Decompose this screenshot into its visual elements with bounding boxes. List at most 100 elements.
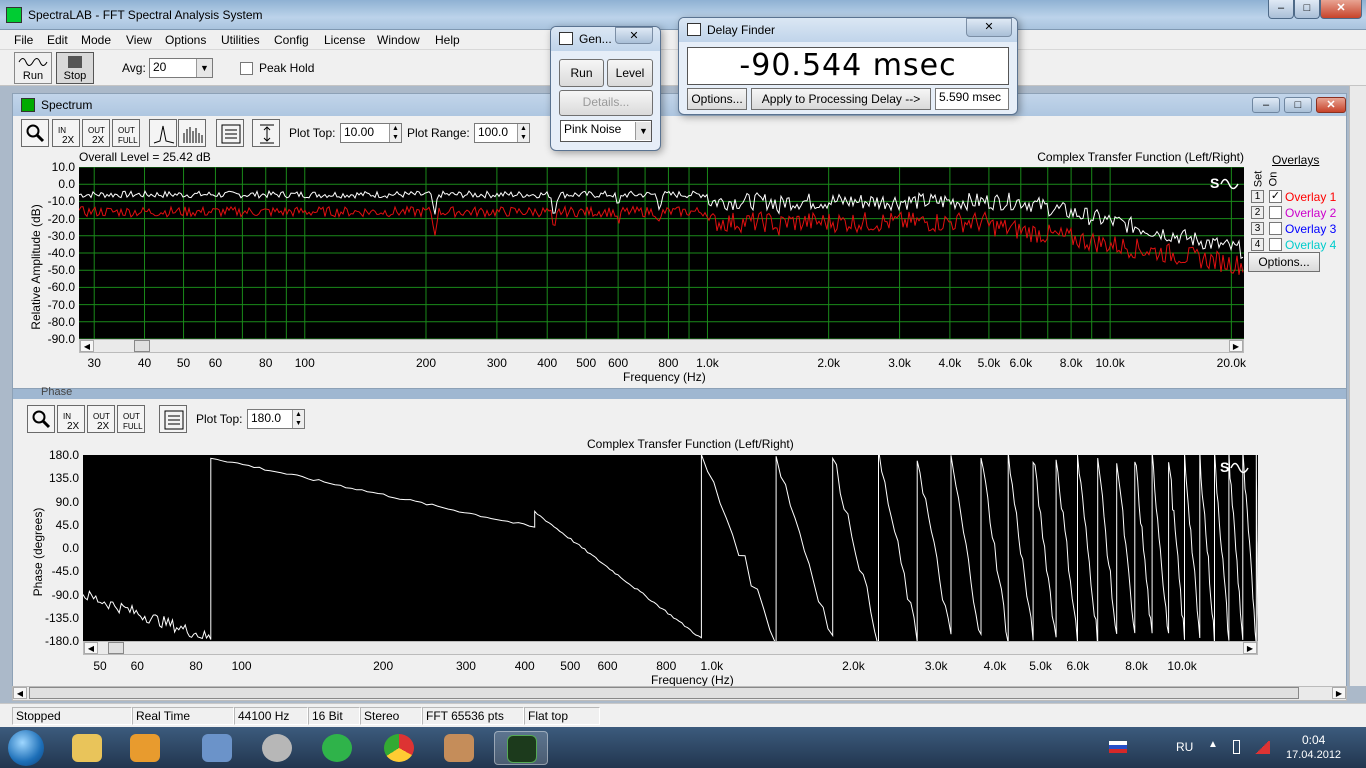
spinner-icon[interactable]: ▲ ▼: [517, 124, 529, 142]
menu-mode[interactable]: Mode: [81, 33, 111, 47]
menu-config[interactable]: Config: [274, 33, 309, 47]
spectralab-taskbar-icon[interactable]: [494, 731, 548, 765]
overlay-set-button[interactable]: 3: [1251, 222, 1264, 235]
overlay-checkbox[interactable]: ✓: [1269, 190, 1282, 203]
mdi-scroll-thumb[interactable]: [29, 687, 1299, 699]
zoom-out-2x-button[interactable]: OUT 2X: [82, 119, 110, 147]
media-player-taskbar-icon[interactable]: [118, 731, 172, 765]
spectrum-close-button[interactable]: ✕: [1316, 97, 1346, 113]
scroll-left-icon[interactable]: ◀: [84, 642, 98, 654]
control-panel-taskbar-icon[interactable]: [190, 731, 244, 765]
zoom-in-2x-icon: IN2X: [63, 412, 80, 431]
svg-text:OUT: OUT: [93, 412, 110, 421]
russian-flag-icon[interactable]: [1109, 741, 1127, 753]
overlay-checkbox[interactable]: [1269, 238, 1282, 251]
ccleaner-taskbar-icon[interactable]: [250, 731, 304, 765]
stop-button[interactable]: Stop: [56, 52, 94, 84]
tray-expand-icon[interactable]: ▲: [1208, 739, 1218, 750]
language-indicator[interactable]: RU: [1176, 740, 1193, 754]
start-button-icon[interactable]: [8, 730, 44, 766]
peak-hold-checkbox[interactable]: [240, 62, 253, 75]
generator-title-bar[interactable]: Gen... ✕: [551, 27, 660, 51]
phase-scroll-thumb[interactable]: [108, 642, 124, 654]
scroll-right-icon[interactable]: ▶: [1332, 687, 1346, 699]
run-button[interactable]: Run: [14, 52, 52, 84]
spectrum-plot-range-input[interactable]: 100.0 ▲ ▼: [474, 123, 530, 143]
spectrum-maximize-button[interactable]: □: [1284, 97, 1312, 113]
spinner-icon[interactable]: ▲ ▼: [292, 410, 304, 428]
generator-signal-select[interactable]: Pink Noise ▼: [560, 120, 652, 142]
overlay-set-button[interactable]: 4: [1251, 238, 1264, 251]
menu-window[interactable]: Window: [377, 33, 420, 47]
status-sample-rate: 44100 Hz: [234, 707, 308, 725]
generator-run-button[interactable]: Run: [559, 59, 604, 87]
clock-date[interactable]: 17.04.2012: [1286, 749, 1341, 761]
close-button[interactable]: ✕: [1320, 0, 1362, 19]
zoom-out-2x-icon: OUT2X: [88, 126, 105, 145]
delay-finder-close-button[interactable]: ✕: [966, 18, 1012, 37]
network-signal-icon[interactable]: [1254, 741, 1270, 754]
apply-delay-button[interactable]: Apply to Processing Delay -->: [751, 88, 931, 110]
phase-x-tick: 3.0k: [924, 659, 948, 673]
line-plot-button[interactable]: [149, 119, 177, 147]
menu-file[interactable]: File: [14, 33, 33, 47]
spinner-icon[interactable]: ▲ ▼: [389, 124, 401, 142]
spectrum-minimize-button[interactable]: –: [1252, 97, 1280, 113]
mail-agent-taskbar-icon[interactable]: [310, 731, 364, 765]
overlay-checkbox[interactable]: [1269, 222, 1282, 235]
phase-plot-top-value: 180.0: [251, 411, 282, 425]
phase-plot[interactable]: S: [82, 448, 1259, 648]
generator-close-button[interactable]: ✕: [615, 27, 653, 44]
battery-icon[interactable]: [1233, 740, 1240, 754]
phase-zoom-out-2x-button[interactable]: OUT 2X: [87, 405, 115, 433]
properties-button[interactable]: [216, 119, 244, 147]
generator-level-button[interactable]: Level: [607, 59, 653, 87]
phase-plot-top-input[interactable]: 180.0 ▲ ▼: [247, 409, 305, 429]
phase-h-scrollbar[interactable]: ◀ ▶: [83, 641, 1258, 655]
menu-edit[interactable]: Edit: [47, 33, 68, 47]
menu-license[interactable]: License: [324, 33, 365, 47]
minimize-button[interactable]: –: [1268, 0, 1294, 19]
menu-view[interactable]: View: [126, 33, 152, 47]
overlay-options-button[interactable]: Options...: [1248, 252, 1320, 272]
delay-options-button[interactable]: Options...: [687, 88, 747, 110]
paint-taskbar-icon[interactable]: [432, 731, 486, 765]
menu-help[interactable]: Help: [435, 33, 460, 47]
avg-value: 20: [153, 60, 167, 74]
spectrum-scroll-thumb[interactable]: [134, 340, 150, 352]
overlay-set-button[interactable]: 1: [1251, 190, 1264, 203]
phase-zoom-in-2x-button[interactable]: IN 2X: [57, 405, 85, 433]
spectrum-plot-top-input[interactable]: 10.00 ▲ ▼: [340, 123, 402, 143]
phase-x-tick: 1.0k: [700, 659, 724, 673]
avg-select[interactable]: 20 ▼: [149, 58, 213, 78]
spectrum-h-scrollbar[interactable]: ◀ ▶: [79, 339, 1244, 353]
phase-title-bar[interactable]: Phase: [13, 386, 1346, 399]
scroll-right-icon[interactable]: ▶: [1229, 340, 1243, 352]
bar-plot-button[interactable]: [178, 119, 206, 147]
delay-finder-title-bar[interactable]: Delay Finder ✕: [679, 18, 1017, 42]
zoom-out-full-button[interactable]: OUT FULL: [112, 119, 140, 147]
maximize-button[interactable]: □: [1294, 0, 1320, 19]
clock-time[interactable]: 0:04: [1302, 733, 1325, 747]
chrome-taskbar-icon[interactable]: [372, 731, 426, 765]
mdi-h-scrollbar[interactable]: ◀ ▶: [12, 686, 1347, 701]
scroll-left-icon[interactable]: ◀: [80, 340, 94, 352]
explorer-taskbar-icon[interactable]: [60, 731, 114, 765]
phase-properties-button[interactable]: [159, 405, 187, 433]
scroll-left-icon[interactable]: ◀: [13, 687, 27, 699]
scroll-right-icon[interactable]: ▶: [1243, 642, 1257, 654]
spectrum-plot[interactable]: S: [78, 166, 1244, 340]
spectrum-x-tick: 80: [259, 356, 273, 370]
menu-options[interactable]: Options: [165, 33, 206, 47]
phase-zoom-button[interactable]: [27, 405, 55, 433]
menu-utilities[interactable]: Utilities: [221, 33, 260, 47]
generator-details-button[interactable]: Details...: [559, 90, 653, 116]
phase-x-tick: 60: [130, 659, 144, 673]
mdi-v-scrollbar[interactable]: [1349, 86, 1366, 686]
phase-zoom-out-full-button[interactable]: OUT FULL: [117, 405, 145, 433]
zoom-button[interactable]: [21, 119, 49, 147]
autoscale-button[interactable]: [252, 119, 280, 147]
zoom-in-2x-button[interactable]: IN 2X: [52, 119, 80, 147]
overlay-checkbox[interactable]: [1269, 206, 1282, 219]
overlay-set-button[interactable]: 2: [1251, 206, 1264, 219]
